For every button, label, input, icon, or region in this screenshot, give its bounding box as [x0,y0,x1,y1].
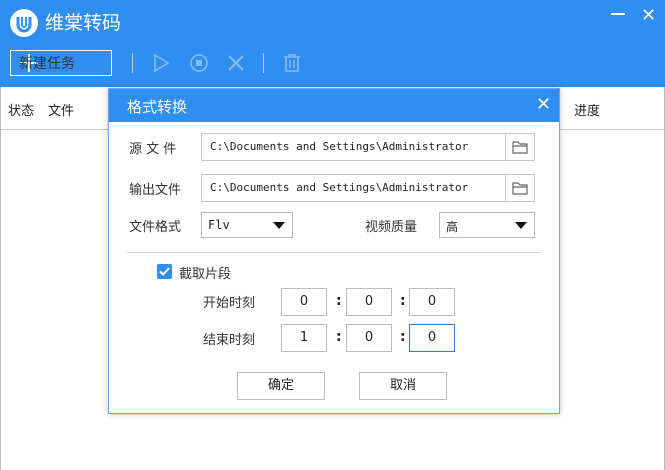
chevron-down-icon [515,222,527,229]
file-format-value: Flv [208,218,230,232]
format-convert-dialog: 格式转换 ✕ 源 文 件 C:\Documents and Settings\A… [108,88,560,414]
end-hour-input[interactable]: 1 [281,324,327,352]
source-file-label: 源 文 件 [129,142,177,157]
app-title: 维棠转码 [45,12,122,34]
ok-button[interactable]: 确定 [237,372,325,400]
cancel-button[interactable]: 取消 [359,372,447,400]
column-progress[interactable]: 进度 [574,100,600,119]
toolbar: 新建任务 [0,48,665,80]
time-separator: : [336,293,342,309]
new-task-button[interactable]: 新建任务 [10,50,112,76]
file-format-select[interactable]: Flv [201,212,293,238]
end-second-input[interactable]: 0 [409,324,455,352]
end-time-label: 结束时刻 [203,333,256,348]
video-quality-value: 高 [446,220,459,234]
output-file-field[interactable]: C:\Documents and Settings\Administrator [201,174,535,202]
app-window: 维棠转码 ✕ 新建任务 状态 文件 进度 格式转换 ✕ 源 文 件 C:\Doc… [0,0,665,470]
window-border [0,87,1,470]
app-logo-icon [10,9,38,37]
clip-label[interactable]: 截取片段 [179,263,231,282]
video-quality-label: 视频质量 [365,220,418,235]
minimize-icon[interactable] [611,13,625,15]
column-status[interactable]: 状态 [8,100,34,119]
dialog-title: 格式转换 [127,98,188,116]
start-second-input[interactable]: 0 [409,288,455,316]
video-quality-select[interactable]: 高 [439,212,535,238]
dialog-close-icon[interactable]: ✕ [536,94,551,115]
column-file[interactable]: 文件 [48,100,74,119]
start-minute-input[interactable]: 0 [346,288,392,316]
toolbar-separator [263,53,264,73]
close-icon[interactable]: ✕ [641,7,656,25]
file-format-label: 文件格式 [129,220,182,235]
divider [127,252,541,253]
play-icon[interactable] [150,52,172,74]
trash-icon[interactable] [281,52,303,74]
browse-output-button[interactable] [505,175,534,201]
output-file-path: C:\Documents and Settings\Administrator [210,181,469,194]
clip-checkbox[interactable] [157,264,172,279]
time-separator: : [336,329,342,345]
source-file-field[interactable]: C:\Documents and Settings\Administrator [201,133,535,161]
dialog-title-bar: 格式转换 ✕ [109,89,559,122]
source-file-path: C:\Documents and Settings\Administrator [210,140,469,153]
stop-icon[interactable] [188,52,210,74]
end-minute-input[interactable]: 0 [346,324,392,352]
delete-x-icon[interactable] [225,52,247,74]
start-hour-input[interactable]: 0 [281,288,327,316]
time-separator: : [400,329,406,345]
time-separator: : [400,293,406,309]
toolbar-separator [132,53,133,73]
checkmark-icon [159,267,170,276]
output-file-label: 输出文件 [129,183,182,198]
chevron-down-icon [273,222,285,229]
start-time-label: 开始时刻 [203,296,256,311]
new-task-label: 新建任务 [19,56,75,72]
browse-source-button[interactable] [505,134,534,160]
title-bar: 维棠转码 ✕ 新建任务 [0,0,665,87]
folder-icon [512,141,528,154]
folder-icon [512,182,528,195]
